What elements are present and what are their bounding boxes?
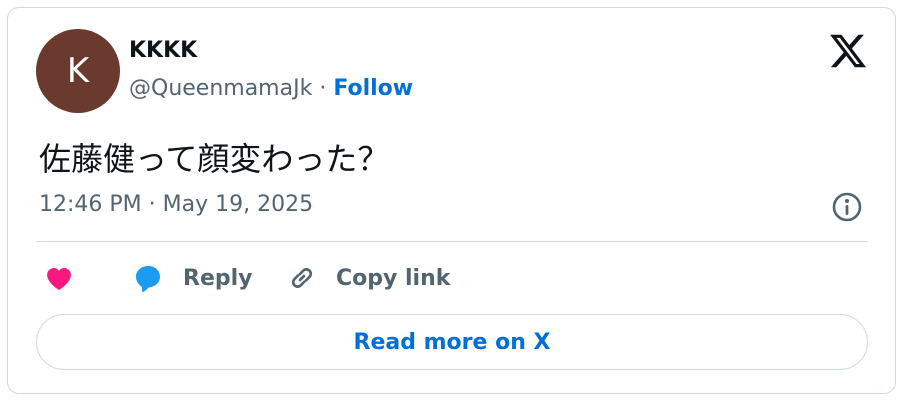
reply-button[interactable]: Reply [131,260,253,296]
x-logo-icon[interactable] [828,31,868,71]
speech-bubble-icon [136,266,160,293]
timestamp[interactable]: 12:46 PM · May 19, 2025 [39,192,313,217]
handle-row: @QueenmamaJk · Follow [129,76,413,101]
user-handle[interactable]: @QueenmamaJk [129,76,312,101]
heart-icon [47,268,71,290]
divider [36,241,868,242]
display-name[interactable]: KKKK [129,38,197,63]
read-more-button[interactable]: Read more on X [36,314,868,370]
reply-label: Reply [183,265,253,291]
like-button[interactable] [43,260,75,296]
tweet-card: K KKKK @QueenmamaJk · Follow 佐藤健って顔変わった？… [7,7,896,394]
link-icon [291,268,313,288]
copy-link-button[interactable]: Copy link [286,260,450,296]
follow-button[interactable]: Follow [333,76,413,101]
avatar-initial: K [66,51,90,91]
tweet-text: 佐藤健って顔変わった？ [39,140,390,178]
avatar[interactable]: K [36,29,120,113]
info-icon[interactable] [831,191,863,223]
separator-dot: · [312,76,334,101]
copy-link-label: Copy link [336,265,451,291]
